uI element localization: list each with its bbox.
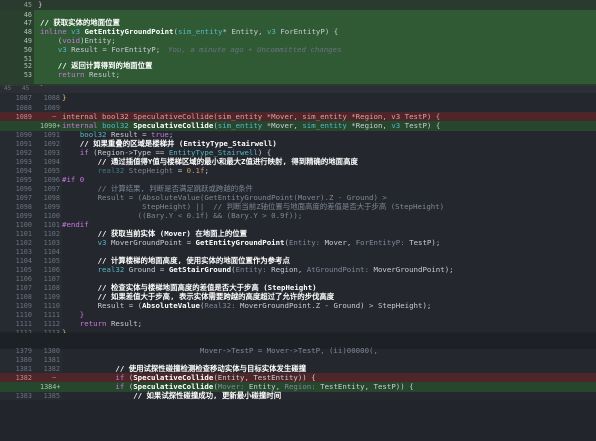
line-number: 45 — [4, 85, 12, 92]
line-number-old: 1087 — [15, 94, 32, 102]
line-number: 45 — [23, 1, 32, 9]
code-text: } — [38, 0, 43, 9]
main-hunk: 1087 1088 } 1088 1089 1089 − internal bo… — [0, 93, 596, 337]
top-hunk: 45 } 46 47 // 获取实体的地面位置 48 inline v3 Get… — [0, 0, 596, 84]
line-number: 45 — [22, 85, 30, 92]
code-line: 53 return Result; — [0, 70, 596, 80]
line-number: 53 — [23, 71, 32, 79]
code-text: } — [62, 93, 67, 102]
code-line: 1087 1088 } — [0, 93, 596, 103]
collapsed-region[interactable]: 45 45 — [0, 85, 596, 93]
bottom-hunk: 1379 1380 Mover->TestP = Mover->TestP, (… — [0, 346, 596, 400]
line-number-new: 1088 — [43, 94, 60, 102]
code-line: 45 } — [0, 0, 596, 10]
